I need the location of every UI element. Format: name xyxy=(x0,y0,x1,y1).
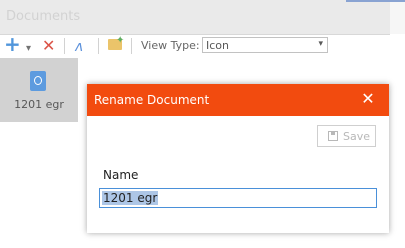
save-button[interactable]: Save xyxy=(317,125,376,147)
dialog-titlebar: Rename Document ✕ xyxy=(87,84,389,116)
name-input[interactable]: 1201 egr xyxy=(99,188,377,208)
close-icon[interactable]: ✕ xyxy=(357,88,379,110)
rename-document-dialog: Rename Document ✕ Save Name 1201 egr xyxy=(87,84,389,233)
name-label: Name xyxy=(103,168,139,182)
dialog-title: Rename Document xyxy=(94,93,210,107)
save-icon xyxy=(328,131,338,141)
name-input-value: 1201 egr xyxy=(102,191,159,205)
save-button-label: Save xyxy=(343,130,371,143)
